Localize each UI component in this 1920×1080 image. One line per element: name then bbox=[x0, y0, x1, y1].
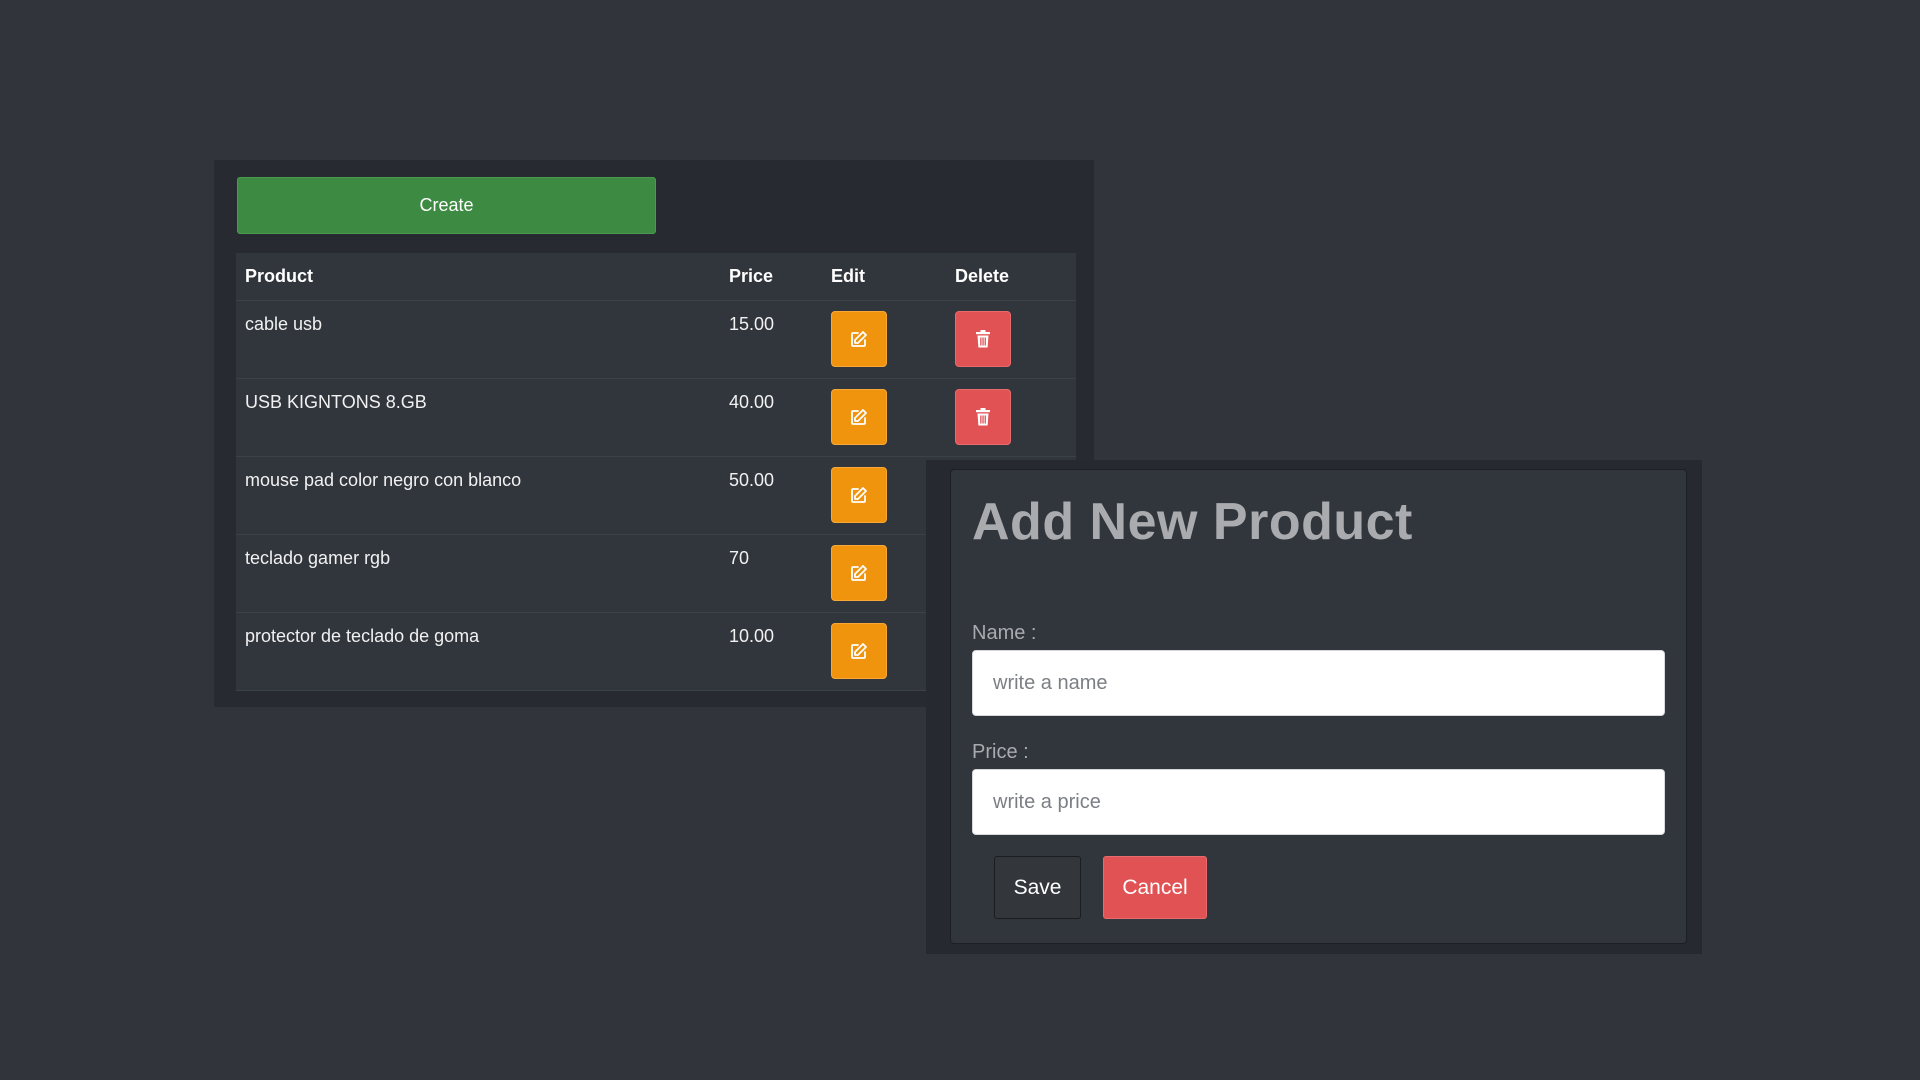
edit-button[interactable] bbox=[831, 467, 887, 523]
cancel-button[interactable]: Cancel bbox=[1103, 856, 1207, 919]
edit-icon bbox=[851, 487, 867, 503]
product-name-cell: cable usb bbox=[245, 314, 323, 334]
column-header-price: Price bbox=[729, 266, 774, 286]
price-label: Price : bbox=[972, 741, 1029, 763]
save-button[interactable]: Save bbox=[994, 856, 1081, 919]
table-header: Product Price Edit Delete bbox=[236, 253, 1076, 301]
edit-icon bbox=[851, 565, 867, 581]
trash-icon bbox=[976, 408, 990, 426]
product-price-cell: 15.00 bbox=[729, 314, 775, 334]
column-header-delete: Delete bbox=[955, 266, 1010, 286]
edit-icon bbox=[851, 643, 867, 659]
product-name-cell: protector de teclado de goma bbox=[245, 626, 480, 646]
edit-cell bbox=[831, 379, 955, 456]
edit-button[interactable] bbox=[831, 311, 887, 367]
edit-button[interactable] bbox=[831, 623, 887, 679]
column-header-product: Product bbox=[245, 266, 314, 286]
product-price-cell: 10.00 bbox=[729, 626, 775, 646]
create-button[interactable]: Create bbox=[237, 177, 656, 234]
delete-button[interactable] bbox=[955, 389, 1011, 445]
edit-cell bbox=[831, 301, 955, 378]
table-row: cable usb 15.00 bbox=[236, 301, 1076, 379]
product-price-cell: 40.00 bbox=[729, 392, 775, 412]
trash-icon bbox=[976, 330, 990, 348]
edit-icon bbox=[851, 409, 867, 425]
name-label: Name : bbox=[972, 622, 1037, 644]
column-header-edit: Edit bbox=[831, 266, 865, 286]
modal-title: Add New Product bbox=[972, 493, 1413, 551]
edit-button[interactable] bbox=[831, 545, 887, 601]
product-name-cell: teclado gamer rgb bbox=[245, 548, 391, 568]
name-input[interactable] bbox=[972, 650, 1665, 716]
product-name-cell: mouse pad color negro con blanco bbox=[245, 470, 522, 490]
edit-icon bbox=[851, 331, 867, 347]
product-price-cell: 70 bbox=[729, 548, 750, 568]
delete-cell bbox=[955, 379, 1076, 456]
edit-button[interactable] bbox=[831, 389, 887, 445]
table-row: USB KIGNTONS 8.GB 40.00 bbox=[236, 379, 1076, 457]
product-price-cell: 50.00 bbox=[729, 470, 775, 490]
price-input[interactable] bbox=[972, 769, 1665, 835]
product-name-cell: USB KIGNTONS 8.GB bbox=[245, 392, 427, 412]
delete-cell bbox=[955, 301, 1076, 378]
delete-button[interactable] bbox=[955, 311, 1011, 367]
add-product-modal: Add New Product Name : Price : Save Canc… bbox=[950, 469, 1687, 944]
page: Create Product Price Edit Delete cable u… bbox=[0, 0, 1920, 1080]
